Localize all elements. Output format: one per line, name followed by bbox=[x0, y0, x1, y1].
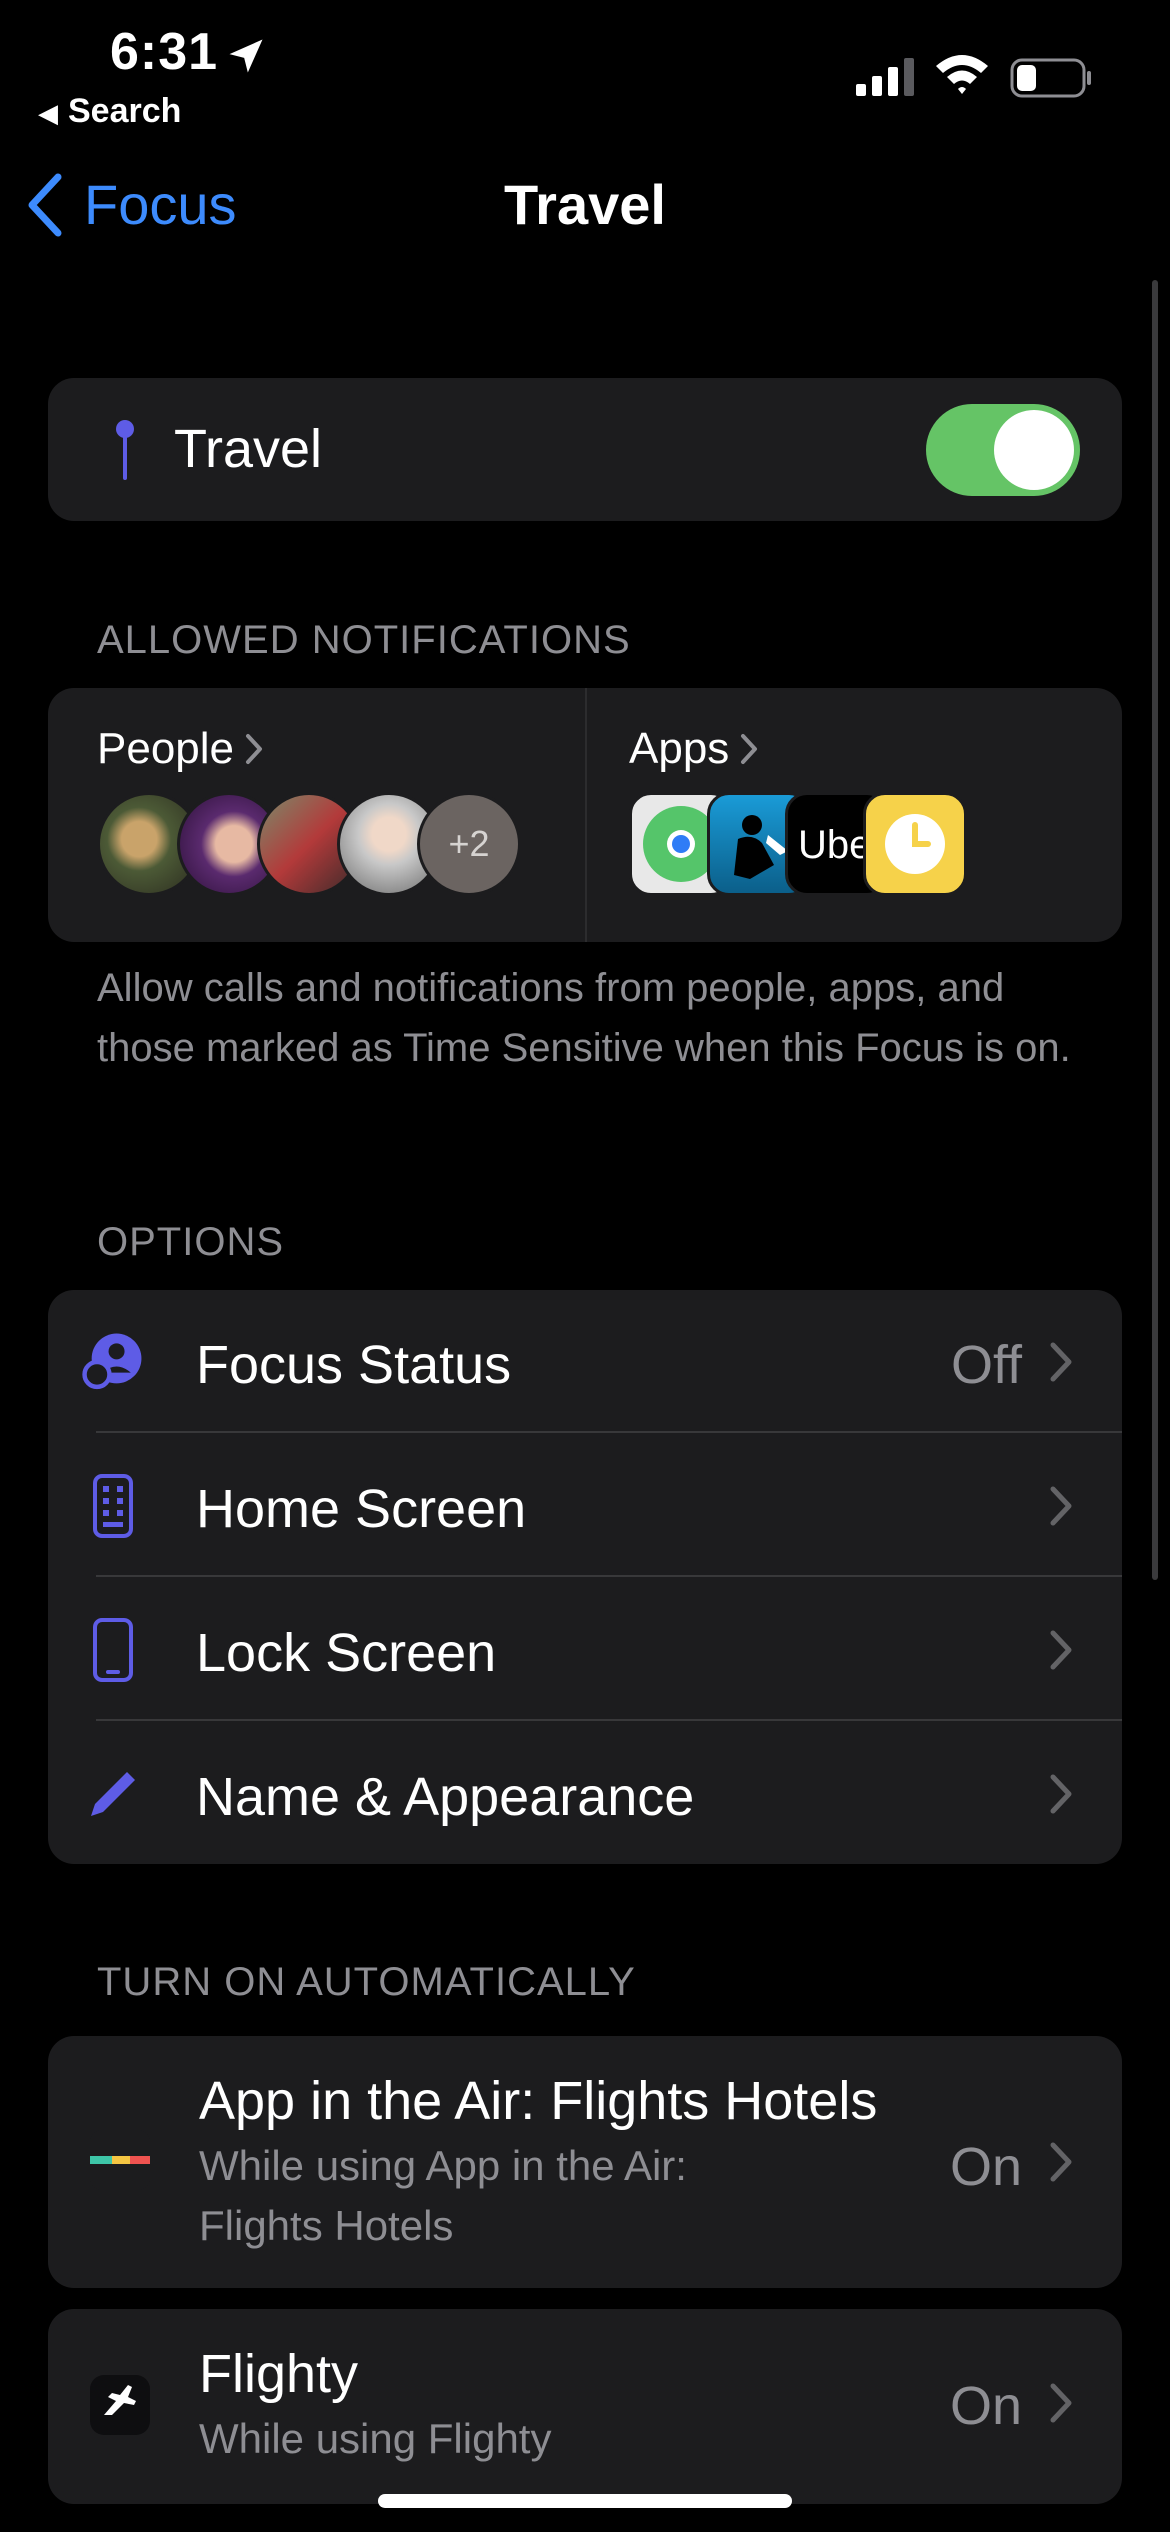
lock-screen-icon bbox=[81, 1618, 145, 1682]
wifi-icon bbox=[936, 55, 988, 94]
battery-icon bbox=[1010, 58, 1091, 98]
allowed-app-icons[interactable]: Uber bbox=[629, 792, 1029, 896]
chevron-right-icon bbox=[1050, 2142, 1072, 2182]
allowed-notifications-header: ALLOWED NOTIFICATIONS bbox=[97, 618, 631, 662]
row-value: Off bbox=[950, 1335, 1022, 1395]
automation-row-app-in-the-air[interactable]: App in the Air: Flights Hotels While usi… bbox=[48, 2036, 1122, 2288]
people-avatars[interactable]: +2 bbox=[97, 792, 577, 896]
more-people-badge: +2 bbox=[417, 792, 521, 896]
allowed-notifications-footer: Allow calls and notifications from peopl… bbox=[97, 966, 1071, 1070]
app-in-the-air-icon bbox=[90, 2130, 150, 2190]
chevron-right-icon bbox=[1050, 1486, 1072, 1526]
chevron-right-icon bbox=[246, 734, 263, 764]
automation-value: On bbox=[949, 2376, 1022, 2436]
chevron-right-icon bbox=[1050, 1774, 1072, 1814]
chevron-right-icon bbox=[1050, 1342, 1072, 1382]
row-separator bbox=[96, 1575, 1122, 1577]
automation-subtitle: While using App in the Air: bbox=[199, 2142, 687, 2189]
row-title: Focus Status bbox=[196, 1335, 512, 1395]
row-separator bbox=[96, 1719, 1122, 1721]
status-bar: 6:31 ◀ Search bbox=[0, 0, 1170, 140]
focus-toggle-card: Travel bbox=[48, 378, 1122, 521]
options-card: Focus Status Off Home Screen Lock Screen… bbox=[48, 1290, 1122, 1864]
status-time: 6:31 bbox=[110, 23, 219, 81]
home-indicator[interactable] bbox=[378, 2494, 792, 2508]
clock-icon bbox=[863, 792, 967, 896]
chevron-right-icon bbox=[741, 734, 758, 764]
scrollbar[interactable] bbox=[1152, 280, 1158, 1580]
pencil-icon bbox=[81, 1762, 145, 1826]
focus-status-row[interactable]: Focus Status Off bbox=[48, 1290, 1122, 1433]
lock-screen-row[interactable]: Lock Screen bbox=[48, 1578, 1122, 1721]
focus-status-icon bbox=[81, 1330, 145, 1394]
cellular-signal-icon bbox=[856, 58, 914, 96]
name-appearance-row[interactable]: Name & Appearance bbox=[48, 1722, 1122, 1864]
people-link[interactable]: People bbox=[97, 724, 264, 774]
back-triangle-icon: ◀ bbox=[38, 98, 58, 128]
automation-title: App in the Air: Flights Hotels bbox=[199, 2071, 878, 2131]
chevron-right-icon bbox=[1050, 2383, 1072, 2423]
row-title: Home Screen bbox=[196, 1479, 527, 1539]
column-divider bbox=[585, 688, 587, 942]
allowed-notifications-card: People +2 Apps Uber bbox=[48, 688, 1122, 942]
apps-link[interactable]: Apps bbox=[629, 724, 759, 774]
options-header: OPTIONS bbox=[97, 1220, 285, 1264]
back-to-app-link[interactable]: ◀ Search bbox=[38, 92, 181, 131]
back-app-label: Search bbox=[68, 92, 182, 130]
chevron-right-icon bbox=[1050, 1630, 1072, 1670]
home-screen-icon bbox=[81, 1474, 145, 1538]
flighty-icon bbox=[90, 2375, 150, 2435]
automation-subtitle: While using Flighty bbox=[199, 2415, 552, 2462]
focus-toggle-switch[interactable] bbox=[926, 404, 1080, 496]
automation-value: On bbox=[949, 2137, 1022, 2197]
row-title: Name & Appearance bbox=[196, 1767, 695, 1827]
automation-row-flighty[interactable]: Flighty While using Flighty On bbox=[48, 2309, 1122, 2504]
people-label: People bbox=[97, 724, 235, 773]
home-screen-row[interactable]: Home Screen bbox=[48, 1434, 1122, 1577]
focus-name-label: Travel bbox=[174, 419, 323, 479]
automation-subtitle: Flights Hotels bbox=[199, 2202, 454, 2249]
navigation-bar: Focus Travel bbox=[0, 160, 1170, 250]
pin-icon bbox=[116, 420, 134, 480]
automation-title: Flighty bbox=[199, 2344, 359, 2404]
turn-on-automatically-header: TURN ON AUTOMATICALLY bbox=[97, 1960, 636, 2004]
toggle-knob bbox=[994, 410, 1074, 490]
row-separator bbox=[96, 1431, 1122, 1433]
page-title: Travel bbox=[504, 173, 666, 236]
location-arrow-icon bbox=[229, 39, 263, 73]
row-title: Lock Screen bbox=[196, 1623, 497, 1683]
apps-label: Apps bbox=[629, 724, 730, 773]
